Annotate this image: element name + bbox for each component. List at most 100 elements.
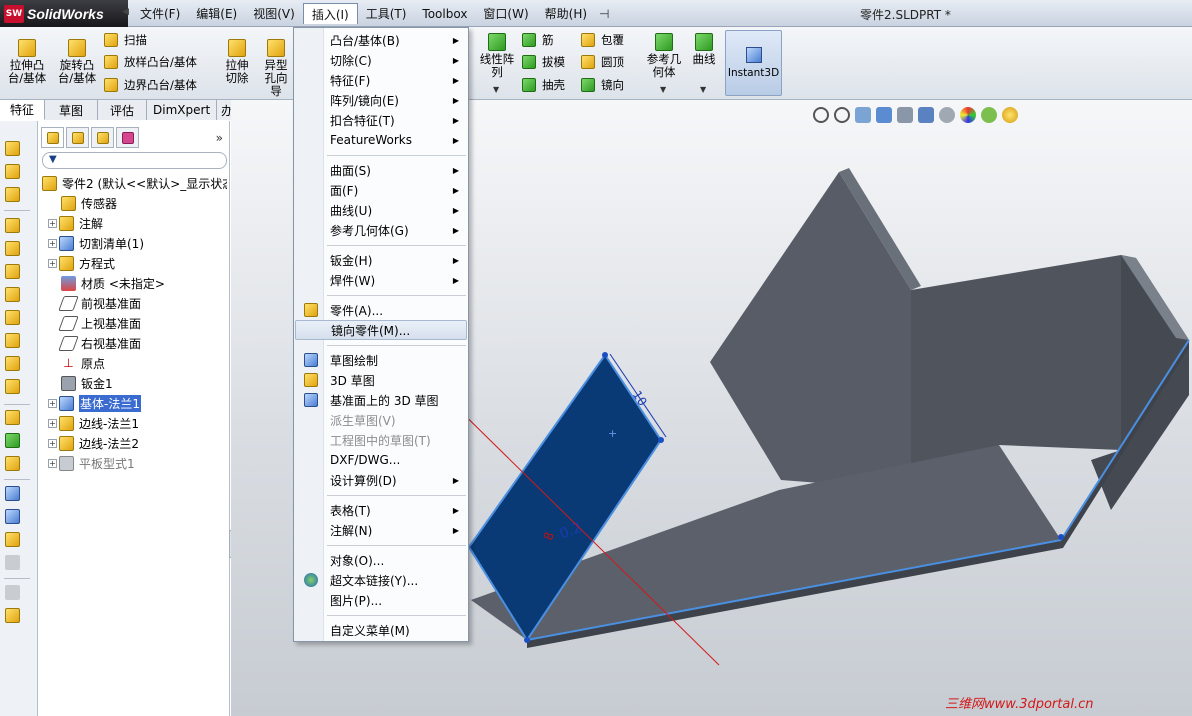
tree-item-edge-flange-2[interactable]: + 边线-法兰2 bbox=[39, 433, 230, 453]
linear-pattern-button[interactable]: 线性阵列 bbox=[475, 33, 519, 79]
cross-break-icon[interactable] bbox=[5, 585, 20, 600]
reference-geometry-button[interactable]: 参考几何体 bbox=[642, 33, 686, 79]
tab-dimxpert[interactable]: DimXpert bbox=[147, 100, 218, 120]
curves-dropdown-icon[interactable]: ▼ bbox=[700, 85, 706, 94]
tree-item-material[interactable]: 材质 <未指定> bbox=[39, 273, 230, 293]
menu-item-hyperlink[interactable]: 超文本链接(Y)... bbox=[295, 570, 467, 590]
expand-icon[interactable]: + bbox=[48, 438, 57, 448]
expand-icon[interactable]: + bbox=[48, 418, 57, 428]
menu-item-reference-geometry[interactable]: 参考几何体(G) ▶ bbox=[295, 220, 467, 240]
menu-item-sketch[interactable]: 草图绘制 bbox=[295, 350, 467, 370]
rip-icon[interactable] bbox=[5, 509, 20, 524]
insert-bends-icon[interactable] bbox=[5, 486, 20, 501]
tab-sketch[interactable]: 草图 bbox=[45, 100, 99, 120]
extruded-boss-button[interactable]: 拉伸凸台/基体 bbox=[4, 39, 50, 85]
expand-panel-icon[interactable]: » bbox=[216, 131, 223, 145]
loft-boss-button[interactable]: 放样凸台/基体 bbox=[104, 52, 197, 72]
menu-insert[interactable]: 插入(I) bbox=[302, 3, 358, 24]
menu-item-featureworks[interactable]: FeatureWorks ▶ bbox=[295, 130, 467, 150]
revolved-boss-button[interactable]: 旋转凸台/基体 bbox=[54, 39, 100, 85]
closed-corner-icon[interactable] bbox=[5, 356, 20, 371]
tree-item-equations[interactable]: + 方程式 bbox=[39, 253, 230, 273]
menu-item-sketch-from-drawing[interactable]: 工程图中的草图(T) bbox=[295, 430, 467, 450]
curves-button[interactable]: 曲线 bbox=[689, 33, 719, 66]
wrap-button[interactable]: 包覆 bbox=[581, 30, 624, 50]
menu-item-fastening-feature[interactable]: 扣合特征(T) ▶ bbox=[295, 110, 467, 130]
menu-item-design-study[interactable]: 设计算例(D) ▶ bbox=[295, 470, 467, 490]
featuremanager-tab[interactable] bbox=[41, 127, 64, 148]
menu-item-derived-sketch[interactable]: 派生草图(V) bbox=[295, 410, 467, 430]
menu-edit[interactable]: 编辑(E) bbox=[188, 3, 245, 24]
no-bends-icon[interactable] bbox=[5, 555, 20, 570]
linear-pattern-dropdown-icon[interactable]: ▼ bbox=[493, 85, 499, 94]
menu-file[interactable]: 文件(F) bbox=[132, 3, 188, 24]
menu-item-face[interactable]: 面(F) ▶ bbox=[295, 180, 467, 200]
expand-icon[interactable]: + bbox=[48, 398, 57, 408]
jog-icon[interactable] bbox=[5, 310, 20, 325]
expand-icon[interactable]: + bbox=[48, 238, 57, 248]
hole-wizard-button[interactable]: 异型孔向导 bbox=[261, 39, 291, 98]
menu-item-features[interactable]: 特征(F) ▶ bbox=[295, 70, 467, 90]
tree-item-annotations[interactable]: + 注解 bbox=[39, 213, 230, 233]
apply-scene-icon[interactable] bbox=[981, 107, 997, 123]
menu-item-mirror-part[interactable]: 镜向零件(M)... bbox=[295, 320, 467, 340]
display-style-icon[interactable] bbox=[918, 107, 934, 123]
menu-item-tables[interactable]: 表格(T) ▶ bbox=[295, 500, 467, 520]
menu-view[interactable]: 视图(V) bbox=[245, 3, 303, 24]
configurationmanager-tab[interactable] bbox=[91, 127, 114, 148]
edit-appearance-icon[interactable] bbox=[960, 107, 976, 123]
draft-button[interactable]: 拔模 bbox=[522, 52, 565, 72]
menu-item-part[interactable]: 零件(A)... bbox=[295, 300, 467, 320]
expand-arrow-icon[interactable]: ◀ bbox=[122, 7, 129, 17]
miter-flange-icon[interactable] bbox=[5, 264, 20, 279]
sketched-bend-icon[interactable] bbox=[5, 333, 20, 348]
pin-icon[interactable]: ⊣ bbox=[599, 7, 609, 21]
vent-icon[interactable] bbox=[5, 608, 20, 623]
zoom-to-fit-icon[interactable] bbox=[813, 107, 829, 123]
tree-filter-input[interactable]: ▼ bbox=[42, 152, 227, 169]
menu-help[interactable]: 帮助(H) bbox=[537, 3, 595, 24]
tree-item-top-plane[interactable]: 上视基准面 bbox=[39, 313, 230, 333]
menu-item-sheet-metal[interactable]: 钣金(H) ▶ bbox=[295, 250, 467, 270]
dome-button[interactable]: 圆顶 bbox=[581, 52, 624, 72]
view-orientation-icon[interactable] bbox=[897, 107, 913, 123]
fold-icon[interactable] bbox=[5, 456, 20, 471]
tree-item-origin[interactable]: ⊥ 原点 bbox=[39, 353, 230, 373]
revolve-icon[interactable] bbox=[5, 164, 20, 179]
convert-to-sheetmetal-icon[interactable] bbox=[5, 532, 20, 547]
propertymanager-tab[interactable] bbox=[66, 127, 89, 148]
flatten-icon[interactable] bbox=[5, 410, 20, 425]
extruded-cut-button[interactable]: 拉伸切除 bbox=[217, 39, 257, 85]
middle-flange-face[interactable] bbox=[911, 255, 1121, 490]
menu-item-weldments[interactable]: 焊件(W) ▶ bbox=[295, 270, 467, 290]
menu-item-annotations[interactable]: 注解(N) ▶ bbox=[295, 520, 467, 540]
loft-icon[interactable] bbox=[5, 187, 20, 202]
hem-icon[interactable] bbox=[5, 287, 20, 302]
menu-item-object[interactable]: 对象(O)... bbox=[295, 550, 467, 570]
menu-item-boss-base[interactable]: 凸台/基体(B) ▶ bbox=[295, 30, 467, 50]
edge-flange-icon[interactable] bbox=[5, 241, 20, 256]
tree-item-base-flange[interactable]: + 基体-法兰1 bbox=[39, 393, 230, 413]
weld-corner-icon[interactable] bbox=[5, 379, 20, 394]
expand-icon[interactable]: + bbox=[48, 218, 57, 228]
expand-icon[interactable]: + bbox=[48, 258, 57, 268]
tree-item-sensors[interactable]: 传感器 bbox=[39, 193, 230, 213]
tree-item-front-plane[interactable]: 前视基准面 bbox=[39, 293, 230, 313]
unfold-icon[interactable] bbox=[5, 433, 20, 448]
expand-icon[interactable]: + bbox=[48, 458, 57, 468]
menu-item-3d-sketch-on-plane[interactable]: 基准面上的 3D 草图 bbox=[295, 390, 467, 410]
menu-item-dxf-dwg[interactable]: DXF/DWG... bbox=[295, 450, 467, 470]
zoom-to-area-icon[interactable] bbox=[834, 107, 850, 123]
ref-geometry-dropdown-icon[interactable]: ▼ bbox=[660, 85, 666, 94]
previous-view-icon[interactable] bbox=[855, 107, 871, 123]
menu-item-curve[interactable]: 曲线(U) ▶ bbox=[295, 200, 467, 220]
instant3d-button[interactable]: Instant3D bbox=[725, 30, 782, 96]
tree-item-cutlist[interactable]: + 切割清单(1) bbox=[39, 233, 230, 253]
menu-toolbox[interactable]: Toolbox bbox=[414, 3, 475, 24]
tree-root[interactable]: 零件2 (默认<<默认>_显示状态 bbox=[39, 173, 230, 193]
menu-window[interactable]: 窗口(W) bbox=[475, 3, 536, 24]
menu-tools[interactable]: 工具(T) bbox=[358, 3, 415, 24]
menu-item-customize-menu[interactable]: 自定义菜单(M) bbox=[295, 620, 467, 640]
rib-button[interactable]: 筋 bbox=[522, 30, 554, 50]
mirror-button[interactable]: 镜向 bbox=[581, 75, 624, 95]
